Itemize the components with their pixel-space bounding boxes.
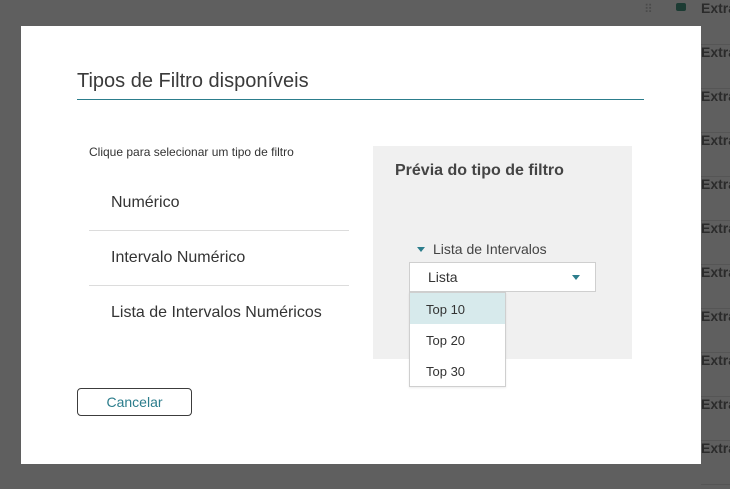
interval-dropdown-menu: Top 10 Top 20 Top 30 [409,292,506,387]
filter-type-label: Lista de Intervalos Numéricos [111,304,322,321]
background-row: Extra [701,220,730,265]
dropdown-option-top-30[interactable]: Top 30 [410,355,505,386]
background-row: Extra [701,352,730,397]
dialog-title: Tipos de Filtro disponíveis [77,70,309,92]
background-row: Extra [701,308,730,353]
caret-down-icon [417,246,425,252]
grid-icon: ⠿ [644,2,654,16]
background-row: Extra [701,0,730,45]
option-label: Top 10 [426,302,466,317]
dropdown-option-top-10[interactable]: Top 10 [410,293,505,324]
filter-type-label: Intervalo Numérico [111,249,246,266]
filter-type-label: Numérico [111,194,180,211]
background-row: Extra [701,396,730,441]
interval-list-toggle[interactable]: Lista de Intervalos [417,241,547,257]
interval-select[interactable]: Lista [409,262,596,292]
background-row: Extra [701,132,730,177]
background-row: Extra [701,440,730,485]
filter-type-numeric[interactable]: Numérico [89,176,349,231]
background-row: Extra [701,88,730,133]
interval-list-label: Lista de Intervalos [433,241,547,257]
instruction-text: Clique para selecionar um tipo de filtro [89,145,294,159]
select-value: Lista [428,269,458,285]
dropdown-option-top-20[interactable]: Top 20 [410,324,505,355]
background-row: Extra [701,176,730,221]
chat-icon [676,3,686,11]
title-divider [77,99,644,100]
cancel-button[interactable]: Cancelar [77,388,192,416]
filter-type-numeric-interval-list[interactable]: Lista de Intervalos Numéricos [89,286,349,340]
filter-preview-panel: Prévia do tipo de filtro Lista de Interv… [373,146,632,387]
filter-type-list: Numérico Intervalo Numérico Lista de Int… [89,176,349,340]
option-label: Top 20 [426,333,466,348]
chevron-down-icon [572,275,580,280]
background-row: Extra [701,264,730,309]
background-row: Extra [701,44,730,89]
filter-type-numeric-interval[interactable]: Intervalo Numérico [89,231,349,286]
preview-title: Prévia do tipo de filtro [395,162,564,179]
option-label: Top 30 [426,364,466,379]
filter-types-dialog: Tipos de Filtro disponíveis Clique para … [21,26,701,464]
